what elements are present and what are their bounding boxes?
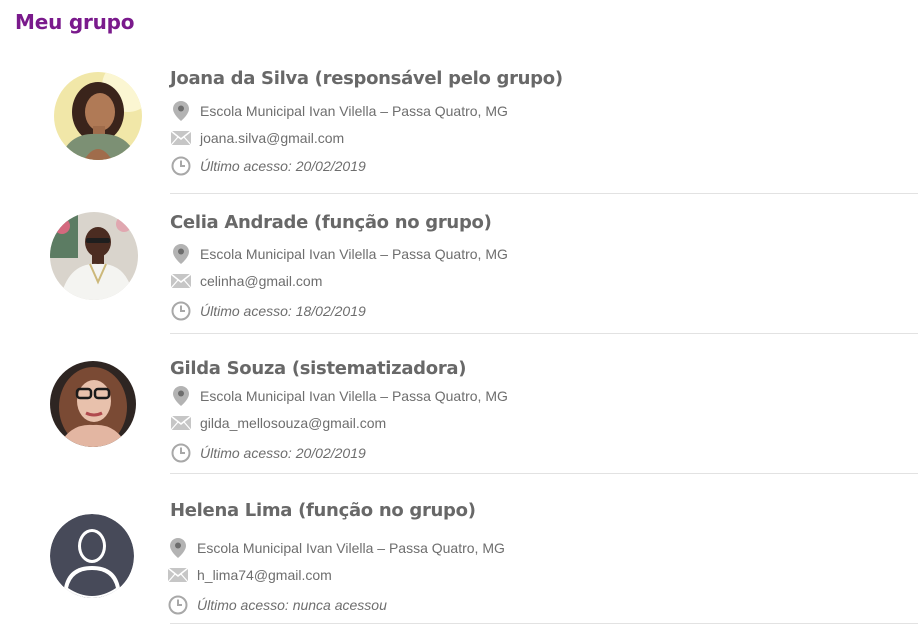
avatar[interactable] [50,212,138,300]
member-last-access-row: Último acesso: 20/02/2019 [170,442,366,464]
envelope-icon [170,412,192,434]
page-title: Meu grupo [15,10,135,34]
member-name[interactable]: Celia Andrade (função no grupo) [170,212,492,233]
member-email[interactable]: h_lima74@gmail.com [197,567,332,583]
member-school: Escola Municipal Ivan Vilella – Passa Qu… [200,246,508,262]
member-school-row: Escola Municipal Ivan Vilella – Passa Qu… [170,100,508,122]
avatar[interactable] [50,361,136,447]
member-last-access: Último acesso: 18/02/2019 [200,303,366,319]
member-school-row: Escola Municipal Ivan Vilella – Passa Qu… [167,537,505,559]
clock-icon [170,442,192,464]
clock-icon [167,594,189,616]
clock-icon [170,155,192,177]
member-name[interactable]: Joana da Silva (responsável pelo grupo) [170,68,563,89]
member-card: Celia Andrade (função no grupo) Escola M… [0,212,922,334]
divider [170,193,918,194]
member-email-row: h_lima74@gmail.com [167,564,332,586]
member-school: Escola Municipal Ivan Vilella – Passa Qu… [197,540,505,556]
envelope-icon [170,270,192,292]
member-email[interactable]: celinha@gmail.com [200,273,322,289]
divider [170,333,918,334]
divider [170,623,918,624]
member-school-row: Escola Municipal Ivan Vilella – Passa Qu… [170,243,508,265]
avatar[interactable] [54,72,142,160]
location-pin-icon [170,243,192,265]
member-last-access: Último acesso: 20/02/2019 [200,445,366,461]
envelope-icon [170,127,192,149]
member-card: Joana da Silva (responsável pelo grupo) … [0,68,922,194]
default-user-icon [50,514,134,598]
avatar[interactable] [50,514,134,598]
member-last-access-row: Último acesso: nunca acessou [167,594,387,616]
member-school-row: Escola Municipal Ivan Vilella – Passa Qu… [170,385,508,407]
location-pin-icon [170,100,192,122]
member-last-access-row: Último acesso: 18/02/2019 [170,300,366,322]
member-email[interactable]: gilda_mellosouza@gmail.com [200,415,386,431]
member-school: Escola Municipal Ivan Vilella – Passa Qu… [200,103,508,119]
envelope-icon [167,564,189,586]
member-email-row: joana.silva@gmail.com [170,127,344,149]
member-card: Gilda Souza (sistematizadora) Escola Mun… [0,358,922,474]
member-email[interactable]: joana.silva@gmail.com [200,130,344,146]
divider [170,473,918,474]
member-last-access: Último acesso: 20/02/2019 [200,158,366,174]
member-email-row: gilda_mellosouza@gmail.com [170,412,386,434]
clock-icon [170,300,192,322]
member-school: Escola Municipal Ivan Vilella – Passa Qu… [200,388,508,404]
location-pin-icon [170,385,192,407]
location-pin-icon [167,537,189,559]
member-name[interactable]: Gilda Souza (sistematizadora) [170,358,466,379]
member-email-row: celinha@gmail.com [170,270,322,292]
member-last-access-row: Último acesso: 20/02/2019 [170,155,366,177]
member-name[interactable]: Helena Lima (função no grupo) [170,500,476,521]
member-last-access: Último acesso: nunca acessou [197,597,387,613]
member-card: Helena Lima (função no grupo) Escola Mun… [0,500,922,625]
